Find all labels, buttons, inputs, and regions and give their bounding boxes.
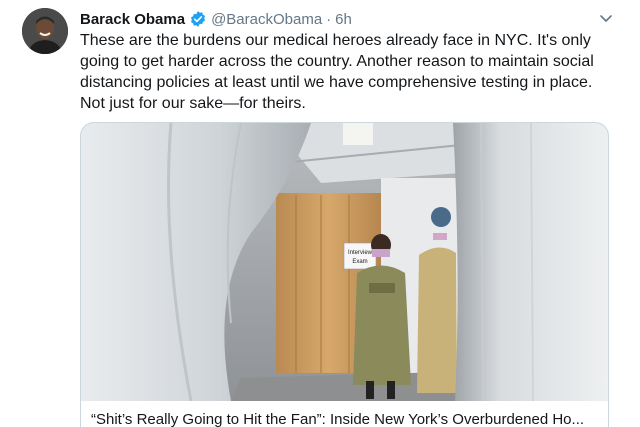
avatar-image — [22, 8, 68, 54]
sign-line2: Exam — [352, 259, 367, 265]
tweet-text: These are the burdens our medical heroes… — [80, 32, 594, 112]
author-name[interactable]: Barack Obama — [80, 11, 185, 28]
verified-badge-icon — [189, 10, 207, 28]
card-image[interactable]: Interview Exam — [81, 123, 608, 401]
card-title[interactable]: “Shit’s Really Going to Hit the Fan”: In… — [91, 411, 601, 427]
tweet-timestamp[interactable]: 6h — [335, 11, 352, 28]
chevron-down-icon[interactable] — [598, 10, 614, 26]
sign-line1: Interview — [348, 250, 373, 256]
avatar[interactable] — [22, 8, 68, 54]
tweet-header: Barack Obama @BarackObama · 6h — [80, 8, 600, 30]
author-handle[interactable]: @BarackObama — [211, 11, 322, 28]
link-card[interactable]: Interview Exam “Shit’s Really Going to H… — [80, 122, 609, 427]
tweet[interactable]: Barack Obama @BarackObama · 6h These are… — [0, 0, 640, 427]
separator-dot: · — [326, 10, 332, 28]
